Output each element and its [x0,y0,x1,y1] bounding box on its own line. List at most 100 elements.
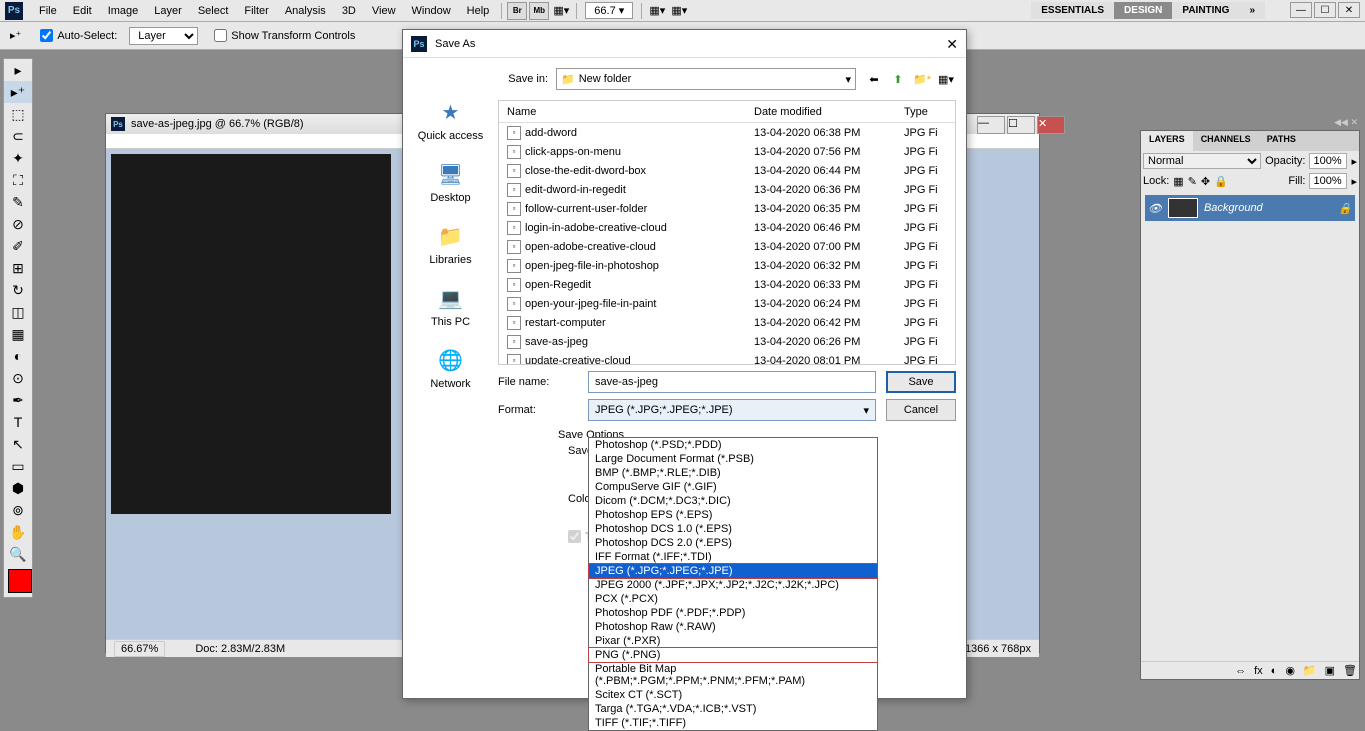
show-transform-checkbox[interactable] [214,29,227,42]
format-option[interactable]: CompuServe GIF (*.GIF) [589,480,877,494]
format-option[interactable]: Pixar (*.PXR) [589,634,877,648]
layer-background[interactable]: 👁 Background 🔒 [1145,195,1355,221]
col-name[interactable]: Name [499,106,754,118]
zoom-level[interactable]: 66.7 ▾ [585,2,633,19]
format-option[interactable]: BMP (*.BMP;*.RLE;*.DIB) [589,466,877,480]
doc-zoom[interactable]: 66.67% [114,641,165,657]
format-option[interactable]: Photoshop EPS (*.EPS) [589,508,877,522]
path-tool[interactable]: ↖ [4,433,32,455]
lock-pixels-icon[interactable]: ▦ [1173,175,1183,188]
format-option[interactable]: Large Document Format (*.PSB) [589,452,877,466]
delete-icon[interactable]: 🗑 [1343,664,1357,677]
file-row[interactable]: ▫update-creative-cloud13-04-2020 08:01 P… [499,351,955,365]
view-menu-button[interactable]: ▦▾ [936,69,956,89]
type-tool[interactable]: T [4,411,32,433]
mask-icon[interactable]: ◐ [1271,665,1278,677]
lasso-tool[interactable]: ⊂ [4,125,32,147]
nav-libraries[interactable]: 📁Libraries [429,222,471,266]
screen-mode-icon[interactable]: ▦▾ [551,2,571,20]
format-option[interactable]: JPEG (*.JPG;*.JPEG;*.JPE) [589,564,877,578]
format-option[interactable]: IFF Format (*.IFF;*.TDI) [589,550,877,564]
menu-file[interactable]: File [31,2,65,20]
format-option[interactable]: PNG (*.PNG) [589,648,877,662]
file-row[interactable]: ▫add-dword13-04-2020 06:38 PMJPG Fi [499,123,955,142]
file-row[interactable]: ▫click-apps-on-menu13-04-2020 07:56 PMJP… [499,142,955,161]
format-option[interactable]: Targa (*.TGA;*.VDA;*.ICB;*.VST) [589,702,877,716]
opacity-arrow-icon[interactable]: ▸ [1351,155,1357,168]
format-option[interactable]: TIFF (*.TIF;*.TIFF) [589,716,877,730]
workspace-painting[interactable]: PAINTING [1172,2,1239,19]
menu-window[interactable]: Window [404,2,459,20]
menu-edit[interactable]: Edit [65,2,100,20]
file-row[interactable]: ▫close-the-edit-dword-box13-04-2020 06:4… [499,161,955,180]
menu-view[interactable]: View [364,2,404,20]
menu-filter[interactable]: Filter [236,2,276,20]
file-row[interactable]: ▫open-adobe-creative-cloud13-04-2020 07:… [499,237,955,256]
format-option[interactable]: Photoshop PDF (*.PDF;*.PDP) [589,606,877,620]
file-row[interactable]: ▫save-as-jpeg13-04-2020 06:26 PMJPG Fi [499,332,955,351]
cancel-button[interactable]: Cancel [886,399,956,421]
doc-minimize[interactable]: — [977,116,1005,134]
doc-close[interactable]: ✕ [1037,116,1065,134]
menu-image[interactable]: Image [100,2,147,20]
menu-analysis[interactable]: Analysis [277,2,334,20]
fill-arrow-icon[interactable]: ▸ [1351,175,1357,188]
back-button[interactable]: ⬅ [864,69,884,89]
blur-tool[interactable]: ◐ [4,345,32,367]
lock-brush-icon[interactable]: ✎ [1188,175,1197,188]
blend-mode-dropdown[interactable]: Normal [1143,153,1261,169]
format-option[interactable]: PCX (*.PCX) [589,592,877,606]
nav-this-pc[interactable]: 💻This PC [431,284,470,328]
panel-collapse[interactable]: ◀◀ ✕ [1140,115,1360,130]
menu-help[interactable]: Help [459,2,498,20]
file-row[interactable]: ▫restart-computer13-04-2020 06:42 PMJPG … [499,313,955,332]
fill-value[interactable]: 100% [1309,173,1347,189]
zoom-tool[interactable]: 🔍 [4,543,32,565]
format-option[interactable]: Scitex CT (*.SCT) [589,688,877,702]
new-folder-button[interactable]: 📁* [912,69,932,89]
format-option[interactable]: JPEG 2000 (*.JPF;*.JPX;*.JP2;*.J2C;*.J2K… [589,578,877,592]
workspace-design[interactable]: DESIGN [1114,2,1172,19]
tab-layers[interactable]: LAYERS [1141,131,1193,151]
col-date[interactable]: Date modified [754,106,904,118]
auto-select-dropdown[interactable]: Layer [129,27,198,45]
format-option[interactable]: Photoshop Raw (*.RAW) [589,620,877,634]
shape-tool[interactable]: ▭ [4,455,32,477]
nav-network[interactable]: 🌐Network [430,346,470,390]
new-layer-icon[interactable]: ▣ [1325,664,1335,677]
view-extras-icon[interactable]: ▦▾ [647,2,667,20]
foreground-color[interactable] [8,569,32,593]
dialog-close-button[interactable]: ✕ [946,36,958,53]
format-dropdown-list[interactable]: Photoshop (*.PSD;*.PDD)Large Document Fo… [588,437,878,731]
brush-tool[interactable]: ✐ [4,235,32,257]
pen-tool[interactable]: ✒ [4,389,32,411]
eraser-tool[interactable]: ◫ [4,301,32,323]
format-option[interactable]: Portable Bit Map (*.PBM;*.PGM;*.PPM;*.PN… [589,662,877,688]
file-row[interactable]: ▫login-in-adobe-creative-cloud13-04-2020… [499,218,955,237]
visibility-icon[interactable]: 👁 [1148,202,1162,215]
menu-select[interactable]: Select [190,2,237,20]
format-option[interactable]: Photoshop (*.PSD;*.PDD) [589,438,877,452]
tab-channels[interactable]: CHANNELS [1193,131,1259,151]
minimize-button[interactable]: — [1290,2,1312,18]
history-brush-tool[interactable]: ↻ [4,279,32,301]
file-row[interactable]: ▫open-your-jpeg-file-in-paint13-04-2020 … [499,294,955,313]
file-row[interactable]: ▫open-jpeg-file-in-photoshop13-04-2020 0… [499,256,955,275]
adjustment-icon[interactable]: ◉ [1285,664,1295,677]
up-button[interactable]: ⬆ [888,69,908,89]
save-button[interactable]: Save [886,371,956,393]
group-icon[interactable]: 📁 [1303,664,1317,677]
tab-paths[interactable]: PATHS [1259,131,1304,151]
3d-camera-tool[interactable]: ⊚ [4,499,32,521]
lock-move-icon[interactable]: ✥ [1201,175,1210,188]
filename-input[interactable] [588,371,876,393]
workspace-essentials[interactable]: ESSENTIALS [1031,2,1114,19]
file-row[interactable]: ▫open-Regedit13-04-2020 06:33 PMJPG Fi [499,275,955,294]
link-icon[interactable]: ⇔ [1235,665,1246,677]
menu-layer[interactable]: Layer [146,2,190,20]
opacity-value[interactable]: 100% [1309,153,1347,169]
move-tool[interactable]: ▸⁺ [4,81,32,103]
clone-tool[interactable]: ⊞ [4,257,32,279]
dodge-tool[interactable]: ⊙ [4,367,32,389]
file-row[interactable]: ▫edit-dword-in-regedit13-04-2020 06:36 P… [499,180,955,199]
